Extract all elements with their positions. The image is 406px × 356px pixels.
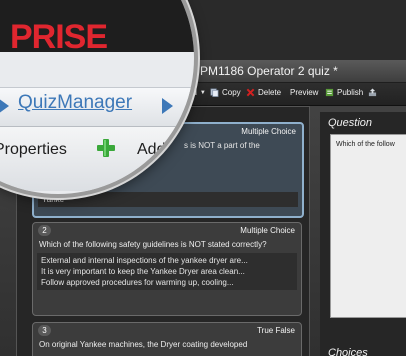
delete-icon xyxy=(246,88,255,97)
copy-button[interactable]: Copy xyxy=(210,88,241,97)
question-card-3[interactable]: 3 True False On original Yankee machines… xyxy=(32,322,302,356)
question-card-header: 2 Multiple Choice xyxy=(33,223,301,237)
chevron-down-icon: ▼ xyxy=(199,89,206,96)
choice-item: External and internal inspections of the… xyxy=(41,256,248,265)
plus-icon[interactable] xyxy=(95,137,117,159)
choice-list: External and internal inspections of the… xyxy=(37,253,297,290)
quizmanager-link[interactable]: QuizManager xyxy=(18,92,132,114)
quiz-title: PM1186 Operator 2 quiz * xyxy=(200,64,338,78)
question-text: On original Yankee machines, the Dryer c… xyxy=(39,340,248,349)
choice-item: Follow approved procedures for warming u… xyxy=(41,278,234,287)
question-type: True False xyxy=(257,326,295,335)
brand-logo: PRISE xyxy=(10,18,108,56)
choice-list: Yanke xyxy=(38,192,298,207)
question-card-header: 3 True False xyxy=(33,323,301,337)
question-number: 3 xyxy=(38,325,51,336)
publish-label: Publish xyxy=(337,88,364,97)
publish-icon xyxy=(325,88,334,97)
delete-button[interactable]: Delete xyxy=(246,88,281,97)
question-text: s is NOT a part of the xyxy=(184,141,260,150)
question-card-2[interactable]: 2 Multiple Choice Which of the following… xyxy=(32,222,302,316)
add-question-button[interactable]: Add xyxy=(137,141,165,159)
delete-label: Delete xyxy=(258,88,282,97)
breadcrumb-arrow-icon xyxy=(0,98,9,114)
publish-button[interactable]: Publish xyxy=(325,88,363,97)
properties-button[interactable]: Properties xyxy=(0,141,67,159)
preview-label: Preview xyxy=(290,88,319,97)
question-label: Question xyxy=(328,117,373,129)
choices-label: Choices xyxy=(328,347,368,356)
breadcrumb-arrow-icon xyxy=(162,98,173,114)
question-textarea-text: Which of the follow xyxy=(336,141,395,148)
export-icon xyxy=(368,88,377,97)
choice-item: Yanke xyxy=(42,195,65,204)
app-window: PM1186 Operator 2 quiz * dd ▼ Copy Delet… xyxy=(0,0,406,356)
preview-button[interactable]: Preview xyxy=(290,88,318,97)
question-textarea[interactable] xyxy=(330,134,406,318)
question-number: 2 xyxy=(38,225,51,236)
copy-icon xyxy=(210,88,219,97)
magnifier-lens: PRISE QuizManager Properties Add xyxy=(0,0,194,194)
question-text: Which of the following safety guidelines… xyxy=(39,240,267,249)
question-type: Multiple Choice xyxy=(240,226,295,235)
choice-item: It is very important to keep the Yankee … xyxy=(41,267,245,276)
export-button[interactable] xyxy=(368,88,377,97)
copy-label: Copy xyxy=(222,88,241,97)
question-type: Multiple Choice xyxy=(241,127,296,136)
